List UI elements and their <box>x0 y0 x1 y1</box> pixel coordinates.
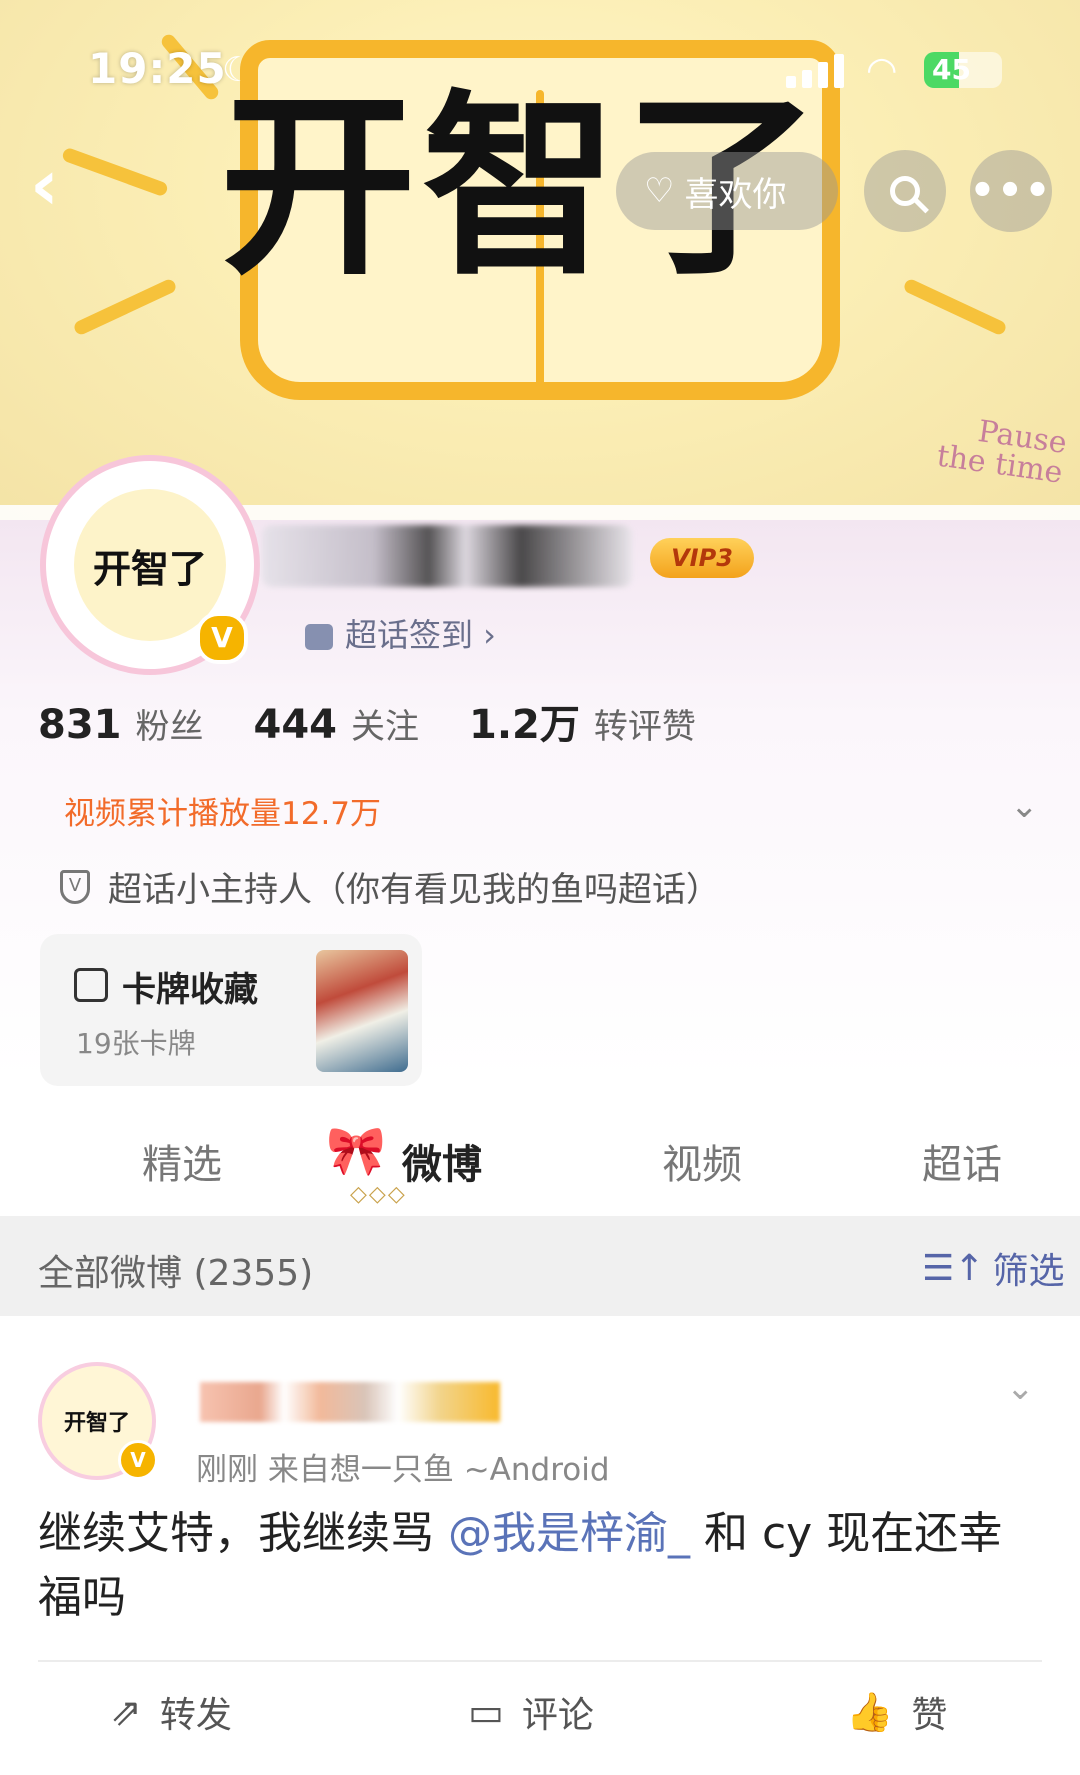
search-button[interactable] <box>864 150 946 232</box>
more-icon: ••• <box>969 168 1053 214</box>
divider <box>38 1660 1042 1662</box>
stat-interactions[interactable]: 1.2万 转评赞 <box>469 692 696 750</box>
card-collection[interactable]: 卡牌收藏 19张卡牌 <box>40 934 422 1086</box>
avatar-text: 开智了 <box>92 546 207 591</box>
post-card: 开智了 V 刚刚 来自想一只鱼 ~Android ⌄ 继续艾特，我继续骂 @我是… <box>0 1316 1080 1775</box>
like-post-button[interactable]: 👍 赞 <box>846 1686 947 1738</box>
share-label: 转发 <box>159 1695 232 1736</box>
like-label: 喜欢你 <box>684 174 787 215</box>
post-text: 继续艾特，我继续骂 @我是梓渝_ 和 cy 现在还幸福吗 <box>38 1502 1038 1630</box>
banner-decoration-text: Pause the time <box>934 413 1069 491</box>
bow-icon: 🎀 <box>326 1123 386 1179</box>
banner-ray <box>72 277 178 337</box>
card-photo <box>316 950 408 1072</box>
share-icon: ⇗ <box>110 1690 142 1734</box>
thumbs-up-icon: 👍 <box>846 1689 894 1734</box>
calendar-check-icon <box>305 624 333 650</box>
checkin-label: 超话签到 › <box>345 616 496 654</box>
username-blurred <box>262 525 632 587</box>
verified-badge-icon: V <box>118 1440 158 1480</box>
filter-icon: ☰↑ <box>922 1247 985 1289</box>
stat-following[interactable]: 444 关注 <box>254 699 420 748</box>
chevron-down-icon[interactable]: ⌄ <box>1006 1368 1035 1408</box>
profile-tabs: 精选 微博 视频 超话 <box>0 1118 1080 1208</box>
post-meta: 刚刚 来自想一只鱼 ~Android <box>196 1452 610 1488</box>
tab-weibo[interactable]: 微博 <box>402 1132 482 1190</box>
post-text-before: 继续艾特，我继续骂 <box>38 1508 448 1559</box>
stat-label: 转评赞 <box>593 707 696 747</box>
share-button[interactable]: ⇗ 转发 <box>110 1686 232 1738</box>
tab-video[interactable]: 视频 <box>662 1132 742 1190</box>
like-button[interactable]: ♡ 喜欢你 <box>616 152 838 230</box>
banner-ray <box>60 146 170 198</box>
filter-label: 筛选 <box>992 1251 1065 1292</box>
checkin-link[interactable]: 超话签到 › <box>305 610 496 656</box>
verified-badge-icon: V <box>196 612 248 664</box>
card-collection-count: 19张卡牌 <box>76 1027 196 1060</box>
host-label: 超话小主持人（你有看见我的鱼吗超话） <box>108 870 720 910</box>
stat-followers[interactable]: 831 粉丝 <box>38 699 204 748</box>
search-icon <box>890 176 920 206</box>
wifi-icon: ◠ <box>866 50 898 91</box>
stat-label: 粉丝 <box>135 707 204 747</box>
chevron-left-icon[interactable]: ‹ <box>30 150 59 220</box>
filter-bar: 全部微博 (2355) ☰↑ 筛选 <box>0 1216 1080 1316</box>
status-time: 19:25 <box>88 44 227 93</box>
tab-supertopic[interactable]: 超话 <box>922 1132 1002 1190</box>
profile-stats: 831 粉丝 444 关注 1.2万 转评赞 <box>38 692 696 750</box>
shield-icon: V <box>60 869 90 904</box>
fish-decoration-icon: ◇◇◇ <box>350 1182 407 1207</box>
comment-button[interactable]: ▭ 评论 <box>468 1686 594 1738</box>
mention-link[interactable]: @我是梓渝_ <box>448 1508 690 1559</box>
vip-badge[interactable]: VIP3 <box>650 538 754 578</box>
filter-button[interactable]: ☰↑ 筛选 <box>922 1242 1064 1294</box>
heart-hand-icon: ♡ <box>644 171 675 211</box>
comment-icon: ▭ <box>468 1690 504 1734</box>
stat-number: 444 <box>253 702 338 748</box>
battery-level: 45 <box>932 53 971 86</box>
stat-number: 831 <box>38 702 122 748</box>
more-button[interactable]: ••• <box>970 150 1052 232</box>
stat-number: 1.2万 <box>469 702 580 748</box>
tab-featured[interactable]: 精选 <box>142 1132 222 1190</box>
chevron-down-icon[interactable]: ⌄ <box>1010 786 1039 826</box>
comment-label: 评论 <box>521 1695 594 1736</box>
battery-icon: 45 <box>924 52 1002 88</box>
cellular-signal-icon <box>786 52 848 88</box>
card-icon <box>74 968 108 1002</box>
post-avatar-text: 开智了 <box>63 1411 130 1436</box>
card-collection-title: 卡牌收藏 <box>122 970 258 1010</box>
stat-label: 关注 <box>351 707 419 747</box>
post-count: 全部微博 (2355) <box>38 1253 314 1294</box>
like-post-label: 赞 <box>911 1695 948 1736</box>
supertopic-host-row[interactable]: V 超话小主持人（你有看见我的鱼吗超话） <box>60 862 720 911</box>
video-plays-text: 视频累计播放量12.7万 <box>64 796 382 832</box>
post-username-blurred[interactable] <box>200 1382 500 1422</box>
moon-icon: ☾ <box>222 50 253 90</box>
